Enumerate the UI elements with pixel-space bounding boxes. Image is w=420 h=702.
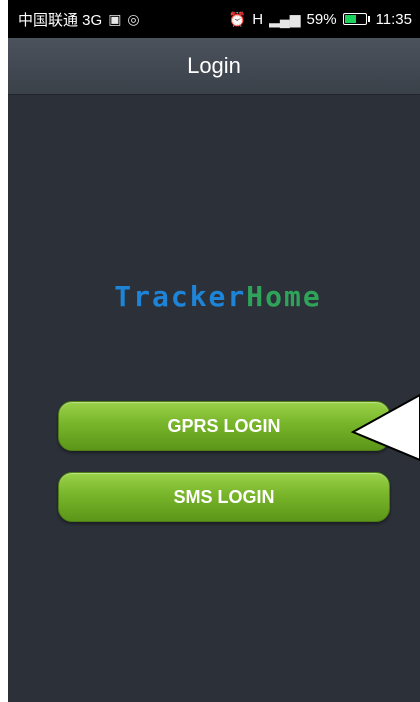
trackerhome-logo: TrackerHome — [8, 280, 420, 313]
clock: 11:35 — [375, 10, 412, 28]
battery-icon — [342, 13, 370, 25]
logo-text-tracker: Tracker — [114, 280, 247, 313]
status-left: 中国联通 3G ▣ ◎ — [18, 9, 140, 30]
status-right: ⏰ H ▂▄▆ 59% 11:35 — [229, 11, 412, 28]
data-h-icon: H — [252, 10, 264, 28]
title-bar: Login — [8, 38, 420, 95]
sms-login-button[interactable]: SMS LOGIN — [58, 472, 390, 522]
notification-icon: ◎ — [127, 10, 140, 27]
signal-icon: ▂▄▆ — [269, 10, 301, 27]
phone-screen: 中国联通 3G ▣ ◎ ⏰ H ▂▄▆ 59% 11:35 Login Trac… — [0, 0, 420, 702]
status-bar: 中国联通 3G ▣ ◎ ⏰ H ▂▄▆ 59% 11:35 — [8, 0, 420, 38]
gprs-login-button[interactable]: GPRS LOGIN — [58, 401, 390, 451]
gprs-login-label: GPRS LOGIN — [167, 415, 281, 436]
carrier-label: 中国联通 3G — [18, 11, 103, 29]
logo-text-home: Home — [246, 280, 322, 313]
photo-icon: ▣ — [108, 10, 122, 27]
alarm-icon: ⏰ — [228, 10, 247, 27]
sms-login-label: SMS LOGIN — [173, 486, 275, 507]
page-title: Login — [187, 53, 241, 78]
battery-percent: 59% — [306, 10, 337, 28]
